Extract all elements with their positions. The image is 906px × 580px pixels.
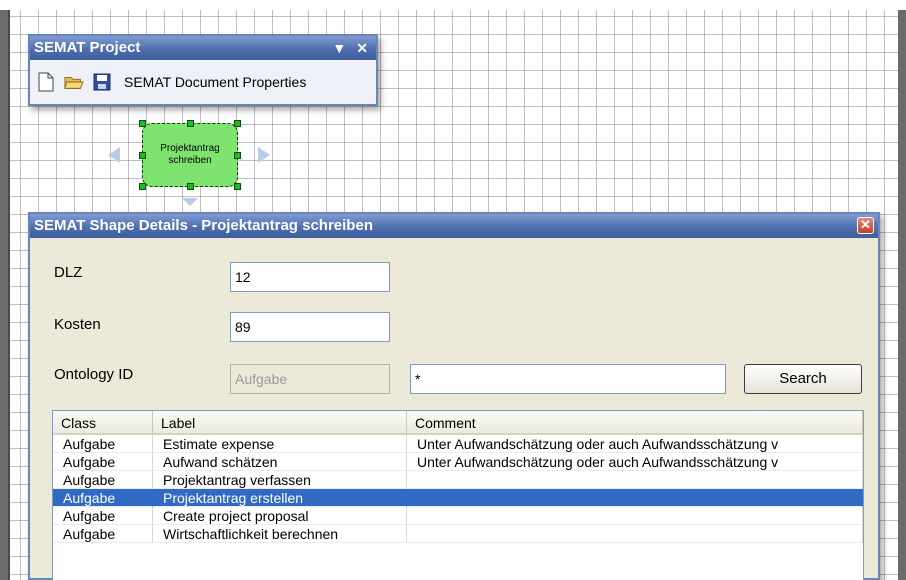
cell-comment <box>407 471 863 489</box>
cell-comment <box>407 525 863 543</box>
cell-label: Wirtschaftlichkeit berechnen <box>153 525 407 543</box>
dlz-input[interactable]: 12 <box>230 262 390 292</box>
cell-class: Aufgabe <box>53 489 153 507</box>
cell-class: Aufgabe <box>53 525 153 543</box>
cell-class: Aufgabe <box>53 471 153 489</box>
connector-arrow-down-icon[interactable] <box>182 198 198 206</box>
connector-arrow-left-icon[interactable] <box>108 147 120 163</box>
shape-details-dialog: SEMAT Shape Details - Projektantrag schr… <box>28 212 880 580</box>
new-document-icon[interactable] <box>36 72 56 92</box>
panel-close-icon[interactable]: ✕ <box>356 36 368 60</box>
cell-label: Aufwand schätzen <box>153 453 407 471</box>
list-header: Class Label Comment <box>53 411 863 435</box>
panel-dropdown-icon[interactable]: ▼ <box>332 36 346 60</box>
cell-label: Projektantrag erstellen <box>153 489 407 507</box>
open-folder-icon[interactable] <box>64 72 84 92</box>
cell-label: Projektantrag verfassen <box>153 471 407 489</box>
shape-label-line1: Projektantrag <box>160 143 220 154</box>
table-row[interactable]: Aufgabe Estimate expense Unter Aufwandschä… <box>53 435 863 453</box>
table-row[interactable]: Aufgabe Create project proposal <box>53 507 863 525</box>
cell-class: Aufgabe <box>53 453 153 471</box>
table-row[interactable]: Aufgabe Aufwand schätzen Unter Aufwandschä… <box>53 453 863 471</box>
shape-label-line2: schreiben <box>168 155 212 166</box>
save-disk-icon[interactable] <box>92 72 112 92</box>
cell-comment: Unter Aufwandschätzung oder auch Aufwand… <box>407 453 863 471</box>
resize-handle[interactable] <box>139 183 146 190</box>
cell-label: Create project proposal <box>153 507 407 525</box>
project-toolbar: SEMAT Document Properties <box>30 60 376 104</box>
cell-comment <box>407 489 863 507</box>
kosten-input[interactable]: 89 <box>230 312 390 342</box>
ontology-results-list[interactable]: Class Label Comment Aufgabe Estimate expe… <box>52 410 864 580</box>
column-header-class[interactable]: Class <box>53 411 153 433</box>
resize-handle[interactable] <box>234 152 241 159</box>
resize-handle[interactable] <box>139 120 146 127</box>
cell-class: Aufgabe <box>53 435 153 453</box>
project-panel-titlebar[interactable]: SEMAT Project ▼ ✕ <box>30 36 376 60</box>
search-input[interactable]: * <box>410 364 726 394</box>
search-button[interactable]: Search <box>744 364 862 394</box>
semat-project-panel: SEMAT Project ▼ ✕ SEMAT Document Propert… <box>28 34 378 106</box>
connector-arrow-right-icon[interactable] <box>258 147 270 163</box>
cell-comment <box>407 507 863 525</box>
list-rows: Aufgabe Estimate expense Unter Aufwandschä… <box>53 435 863 543</box>
cell-class: Aufgabe <box>53 507 153 525</box>
table-row[interactable]: Aufgabe Wirtschaftlichkeit berechnen <box>53 525 863 543</box>
shape-label: Projektantrag schreiben <box>160 143 219 167</box>
process-shape[interactable]: Projektantrag schreiben <box>139 120 241 190</box>
dlz-label: DLZ <box>54 264 83 281</box>
kosten-label: Kosten <box>54 316 101 333</box>
resize-handle[interactable] <box>139 152 146 159</box>
resize-handle[interactable] <box>234 120 241 127</box>
document-properties-button[interactable]: SEMAT Document Properties <box>124 74 306 90</box>
table-row[interactable]: Aufgabe Projektantrag erstellen <box>53 489 863 507</box>
column-header-label[interactable]: Label <box>153 411 407 433</box>
ontology-id-label: Ontology ID <box>54 366 134 383</box>
close-icon[interactable]: ✕ <box>857 217 874 234</box>
dialog-titlebar[interactable]: SEMAT Shape Details - Projektantrag schr… <box>30 214 878 238</box>
cell-label: Estimate expense <box>153 435 407 453</box>
resize-handle[interactable] <box>187 120 194 127</box>
dialog-title: SEMAT Shape Details - Projektantrag schr… <box>34 217 373 234</box>
project-panel-title: SEMAT Project <box>34 39 141 56</box>
column-header-comment[interactable]: Comment <box>407 411 863 433</box>
resize-handle[interactable] <box>187 183 194 190</box>
top-strip <box>0 0 906 10</box>
table-row[interactable]: Aufgabe Projektantrag verfassen <box>53 471 863 489</box>
ontology-id-field: Aufgabe <box>230 364 390 394</box>
cell-comment: Unter Aufwandschätzung oder auch Aufwand… <box>407 435 863 453</box>
resize-handle[interactable] <box>234 183 241 190</box>
